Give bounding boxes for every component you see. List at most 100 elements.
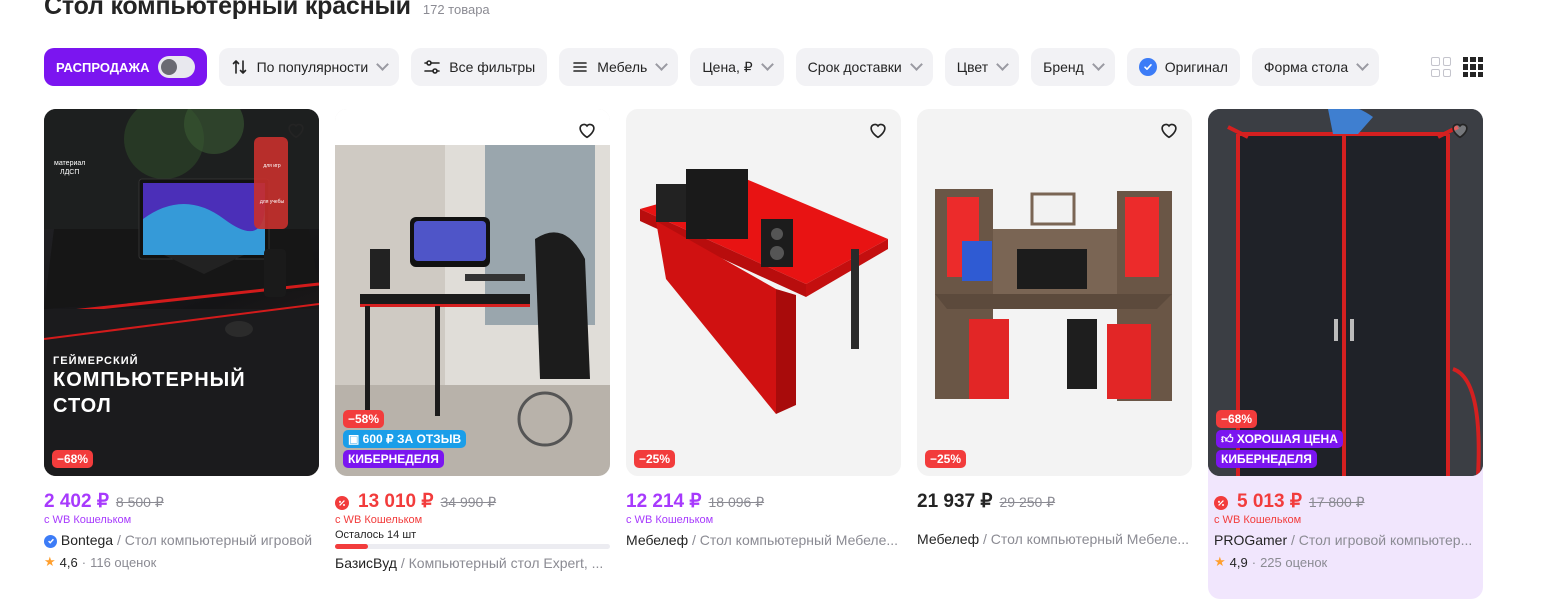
wallet-note: с WB Кошельком <box>626 514 714 526</box>
product-title: Стол компьютерный игровой <box>124 532 313 548</box>
star-icon: ★ <box>1214 554 1226 569</box>
menu-icon <box>571 58 589 76</box>
chevron-down-icon <box>1356 58 1369 71</box>
large-grid-icon[interactable] <box>1431 57 1451 77</box>
price-dropdown[interactable]: Цена, ₽ <box>690 48 784 86</box>
badge-stack: −68% 👍︎ ХОРОШАЯ ЦЕНА КИБЕРНЕДЕЛЯ <box>1216 410 1343 468</box>
original-label: Оригинал <box>1164 59 1228 75</box>
tag-study: для учебы <box>259 199 285 205</box>
wallet-discount-icon <box>335 496 349 510</box>
good-price-text: ХОРОШАЯ ЦЕНА <box>1236 432 1338 446</box>
old-price: 29 250 ₽ <box>999 494 1056 510</box>
material-note: материал ЛДСП <box>54 159 85 177</box>
product-title: Компьютерный стол Expert, ... <box>408 555 604 571</box>
product-name[interactable]: Bontega / Стол компьютерный игровой <box>44 532 319 548</box>
product-image[interactable]: −58% ▣ 600 ₽ ЗА ОТЗЫВ КИБЕРНЕДЕЛЯ <box>335 109 610 476</box>
product-image[interactable]: материал ЛДСП для игр для учебы ГЕЙМЕРСК… <box>44 109 319 476</box>
original-filter-chip[interactable]: Оригинал <box>1126 48 1240 86</box>
sale-toggle-chip[interactable]: РАСПРОДАЖА <box>44 48 207 86</box>
all-filters-button[interactable]: Все фильтры <box>411 48 548 86</box>
product-name[interactable]: Мебелеф / Стол компьютерный Мебеле... <box>917 531 1192 547</box>
all-filters-label: Все фильтры <box>449 59 536 75</box>
product-name[interactable]: БазисВуд / Компьютерный стол Expert, ... <box>335 555 610 571</box>
corner-desk-photo <box>935 189 1172 401</box>
chevron-down-icon <box>760 58 774 71</box>
price: 13 010 ₽ <box>358 491 434 512</box>
discount-badge: −58% <box>343 410 385 428</box>
material-line: материал <box>54 160 86 167</box>
wallet-note: с WB Кошельком <box>1214 514 1302 526</box>
price-row: 12 214 ₽ 18 096 ₽ <box>626 490 901 513</box>
thumbs-up-icon: 👍︎ <box>1221 432 1237 446</box>
shape-dropdown[interactable]: Форма стола <box>1251 48 1380 86</box>
sort-dropdown[interactable]: По популярности <box>218 48 400 86</box>
heart-icon[interactable] <box>576 119 598 141</box>
price: 12 214 ₽ <box>626 491 702 512</box>
wallet-discount-icon <box>1214 496 1228 510</box>
sale-toggle[interactable] <box>157 56 195 78</box>
verified-badge-icon <box>1138 58 1157 76</box>
rating-row: ★ 4,9 · 225 оценок <box>1214 554 1483 570</box>
product-image[interactable]: −68% 👍︎ ХОРОШАЯ ЦЕНА КИБЕРНЕДЕЛЯ <box>1208 109 1483 476</box>
badge-stack: −58% ▣ 600 ₽ ЗА ОТЗЫВ КИБЕРНЕДЕЛЯ <box>343 410 467 468</box>
product-title: Стол компьютерный Мебеле... <box>699 532 899 548</box>
heart-icon[interactable] <box>285 119 307 141</box>
price-row: 2 402 ₽ 8 500 ₽ <box>44 490 319 513</box>
product-image[interactable]: −25% <box>626 109 901 476</box>
old-price: 18 096 ₽ <box>708 494 765 510</box>
separator: / <box>396 555 409 571</box>
sort-label: По популярности <box>256 59 369 75</box>
rating-value: 4,6 <box>59 554 78 570</box>
page-header: Стол компьютерный красный 172 товара <box>44 0 490 21</box>
separator: / <box>688 532 700 548</box>
delivery-dropdown[interactable]: Срок доставки <box>795 48 933 86</box>
brand-name: Bontega <box>60 532 114 548</box>
product-card[interactable]: −25% 21 937 ₽ 29 250 ₽ Мебелеф / Стол ко… <box>917 109 1192 547</box>
heart-icon[interactable] <box>867 119 889 141</box>
product-name[interactable]: Мебелеф / Стол компьютерный Мебеле... <box>626 532 901 548</box>
reviews-count: 116 оценок <box>90 554 157 570</box>
category-dropdown[interactable]: Мебель <box>559 48 679 86</box>
product-card[interactable]: материал ЛДСП для игр для учебы ГЕЙМЕРСК… <box>44 109 319 570</box>
stock-text: Осталось 14 шт <box>335 529 417 541</box>
red-desk-photo <box>640 169 888 414</box>
product-name[interactable]: PROGamer / Стол игровой компьютер... <box>1214 532 1476 548</box>
price-row: 21 937 ₽ 29 250 ₽ <box>917 490 1192 513</box>
price-label: Цена, ₽ <box>702 58 753 75</box>
page-title: Стол компьютерный красный <box>44 0 411 20</box>
discount-badge: −68% <box>52 450 94 468</box>
chevron-down-icon <box>655 58 669 71</box>
separator: / <box>1287 532 1299 548</box>
small-grid-icon[interactable] <box>1463 57 1483 77</box>
brand-label: Бренд <box>1043 59 1084 75</box>
promo-title-line: КОМПЬЮТЕРНЫЙ <box>53 369 246 391</box>
brand-name: Мебелеф <box>917 531 980 547</box>
wallet-note: с WB Кошельком <box>44 514 132 526</box>
product-card[interactable]: −58% ▣ 600 ₽ ЗА ОТЗЫВ КИБЕРНЕДЕЛЯ 13 010… <box>335 109 610 571</box>
product-image[interactable]: −25% <box>917 109 1192 476</box>
discount-badge: −25% <box>925 450 967 468</box>
view-switcher <box>1431 57 1483 77</box>
heart-icon[interactable] <box>1449 119 1471 141</box>
color-dropdown[interactable]: Цвет <box>944 48 1020 86</box>
price-row: 5 013 ₽ 17 800 ₽ <box>1214 490 1483 513</box>
promo-subtitle: ГЕЙМЕРСКИЙ <box>53 355 139 367</box>
price: 21 937 ₽ <box>917 491 993 512</box>
brand-dropdown[interactable]: Бренд <box>1031 48 1115 86</box>
sale-label: РАСПРОДАЖА <box>56 59 150 75</box>
color-label: Цвет <box>956 59 989 75</box>
product-card[interactable]: −68% 👍︎ ХОРОШАЯ ЦЕНА КИБЕРНЕДЕЛЯ 5 013 ₽… <box>1208 109 1483 599</box>
badge-stack: −25% <box>634 450 676 468</box>
event-badge: КИБЕРНЕДЕЛЯ <box>343 450 444 468</box>
badge-stack: −68% <box>52 450 94 468</box>
brand-name: PROGamer <box>1214 532 1288 548</box>
reviews-count: 225 оценок <box>1260 554 1328 570</box>
heart-icon[interactable] <box>1158 119 1180 141</box>
review-reward-text: 600 ₽ ЗА ОТЗЫВ <box>362 432 462 446</box>
promo-text: ГЕЙМЕРСКИЙ КОМПЬЮТЕРНЫЙ СТОЛ <box>53 355 246 419</box>
rating-separator: · <box>81 554 87 570</box>
price-row: 13 010 ₽ 34 990 ₽ <box>335 490 610 513</box>
filter-bar: РАСПРОДАЖА По популярности Все фильтры М… <box>44 48 1380 86</box>
discount-badge: −68% <box>1216 410 1258 428</box>
product-card[interactable]: −25% 12 214 ₽ 18 096 ₽ с WB Кошельком Ме… <box>626 109 901 548</box>
